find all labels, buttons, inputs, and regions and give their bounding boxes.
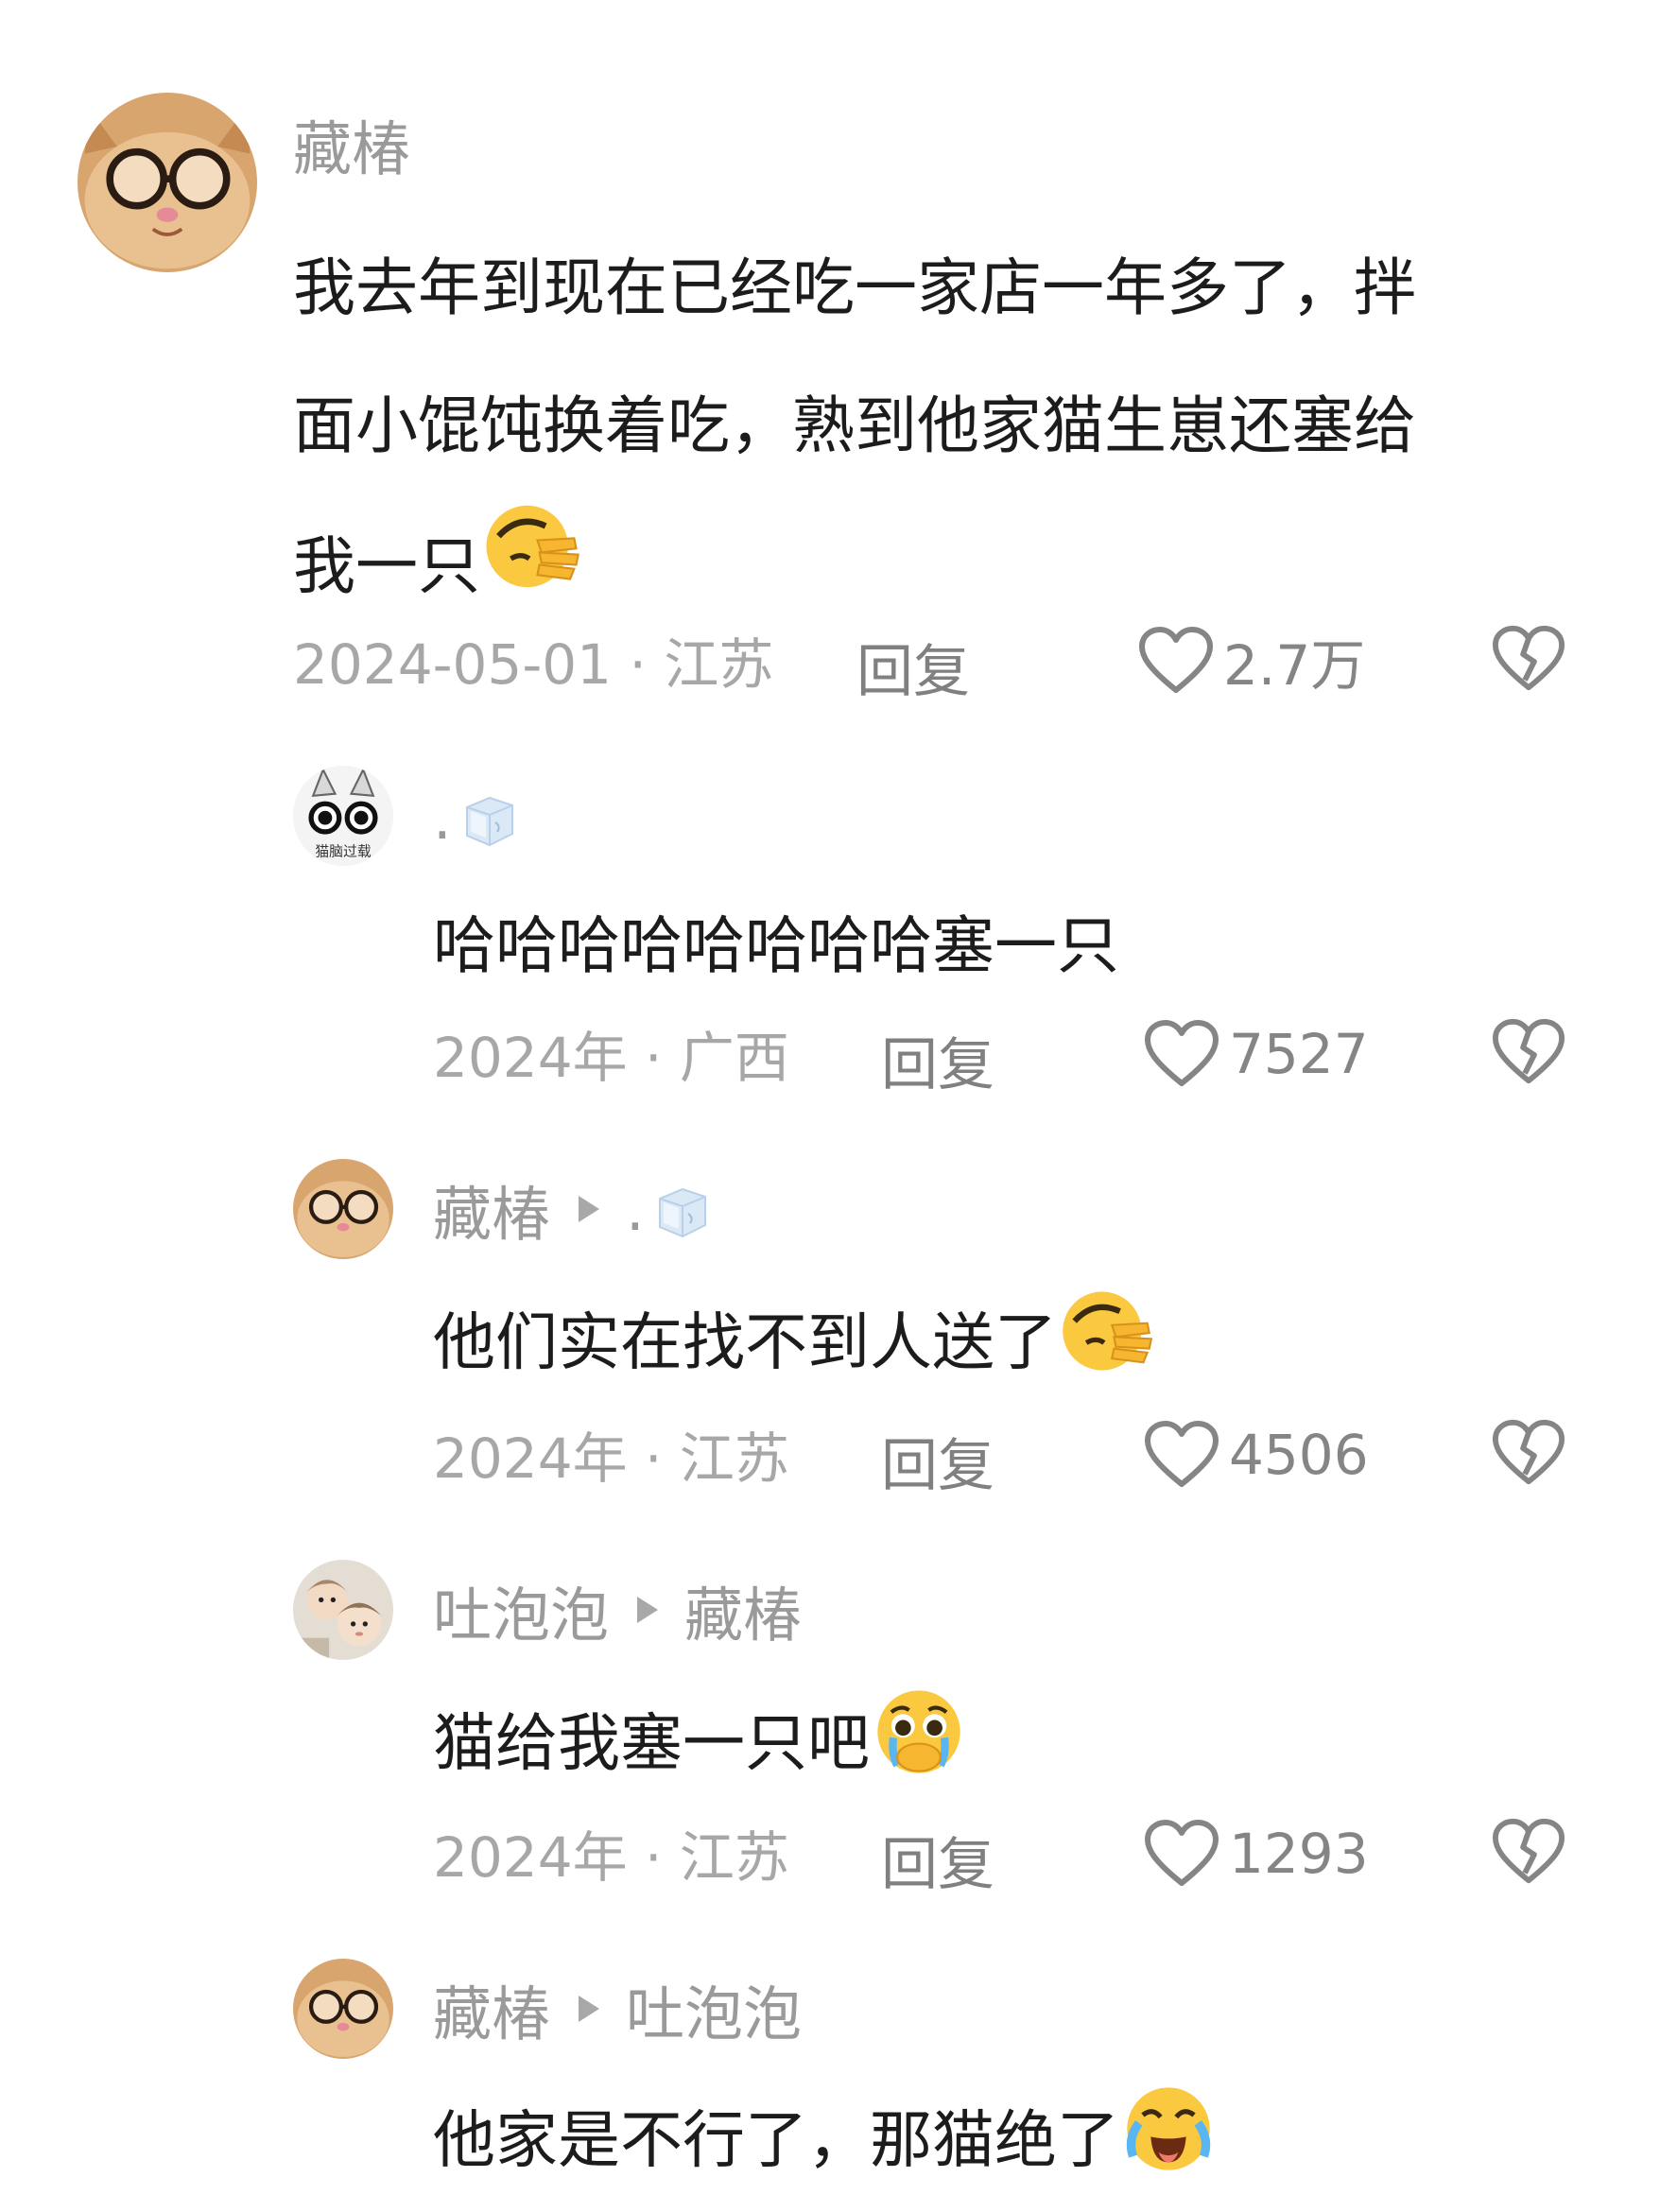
reply-button[interactable]: 回复 (881, 1019, 994, 1101)
comment-author[interactable]: 藏椿 (293, 106, 410, 183)
ice-cube-icon (650, 1182, 713, 1244)
like-count: 7527 (1229, 1022, 1369, 1086)
reply-button[interactable]: 回复 (881, 1819, 994, 1901)
broken-heart-icon (1492, 1018, 1565, 1084)
cat-glasses-avatar-image (293, 1159, 393, 1259)
comment-meta: 2024-05-01 · 江苏 (293, 624, 773, 697)
heart-icon (1139, 627, 1213, 693)
heart-icon (1145, 1820, 1219, 1886)
date-location: 2024-05-01 · 江苏 (293, 632, 774, 697)
date-location: 2024年 · 广西 (433, 1026, 789, 1090)
avatar[interactable] (293, 1159, 393, 1259)
reply-button[interactable]: 回复 (881, 1420, 994, 1502)
reply-arrow-icon (579, 1996, 600, 2022)
ice-cube-icon (458, 790, 520, 853)
avatar[interactable] (293, 1959, 393, 2059)
date-location: 2024年 · 江苏 (433, 1426, 789, 1491)
heart-icon (1145, 1020, 1219, 1086)
broken-heart-icon (1492, 625, 1565, 691)
author-name[interactable]: 藏椿 (433, 1966, 550, 2051)
comment-text: 他家是不行了，那猫绝了 (433, 2080, 1218, 2209)
comment-meta: 2024年 · 江苏 (433, 1418, 789, 1491)
reply-arrow-icon (637, 1597, 659, 1623)
dislike-button[interactable] (1492, 1017, 1565, 1087)
dislike-button[interactable] (1492, 1817, 1565, 1887)
like-button[interactable]: 4506 (1144, 1414, 1369, 1495)
comment-line: 面小馄饨换着吃，熟到他家猫生崽还塞给 (293, 389, 1416, 462)
comment-item: 藏椿 我去年到现在已经吃一家店一年多了，拌 面小馄饨换着吃，熟到他家猫生崽还塞给… (0, 0, 1660, 718)
crying-laughing-emoji-icon (1119, 2080, 1218, 2209)
reply-item: 吐泡泡 藏椿 猫给我塞一只吧 2024年 · 江苏 回复 1293 (0, 1541, 1660, 1938)
like-button[interactable]: 7527 (1144, 1013, 1369, 1095)
like-button[interactable]: 2.7万 (1138, 620, 1365, 701)
avatar[interactable]: 猫脑过载 (293, 766, 393, 866)
reply-button[interactable]: 回复 (856, 626, 970, 708)
reply-item: 藏椿 吐泡泡 他家是不行了，那猫绝了 (0, 1938, 1660, 2212)
author-name[interactable]: 吐泡泡 (433, 1567, 609, 1652)
comment-meta: 2024年 · 江苏 (433, 1817, 789, 1890)
like-count: 1293 (1229, 1822, 1369, 1886)
comment-line: 猫给我塞一只吧 (433, 1683, 968, 1812)
facepalm-emoji-icon (1057, 1282, 1155, 1411)
like-count: 4506 (1229, 1423, 1369, 1487)
comment-text: 哈哈哈哈哈哈哈哈塞一只 (433, 896, 1119, 996)
broken-heart-icon (1492, 1818, 1565, 1884)
comment-author[interactable]: 藏椿 . (433, 1166, 713, 1252)
comment-line: 他家是不行了，那猫绝了 (433, 2080, 1218, 2209)
broken-heart-icon (1492, 1419, 1565, 1485)
heart-icon (1145, 1421, 1219, 1487)
dislike-button[interactable] (1492, 624, 1565, 694)
cat-glasses-avatar-image (78, 93, 257, 272)
comment-author[interactable]: . (433, 775, 520, 860)
reply-item: 藏椿 . 他们实在找不到人送了 2024年 · 江苏 回复 4506 (0, 1134, 1660, 1541)
author-name[interactable]: . (433, 784, 520, 853)
dislike-button[interactable] (1492, 1418, 1565, 1488)
author-name[interactable]: 藏椿 (293, 101, 410, 186)
like-button[interactable]: 1293 (1144, 1813, 1369, 1894)
comment-line: 我去年到现在已经吃一家店一年多了，拌 (293, 251, 1416, 324)
avatar[interactable] (293, 1560, 393, 1660)
comment-text: 猫给我塞一只吧 (433, 1683, 968, 1812)
comment-author[interactable]: 吐泡泡 藏椿 (433, 1567, 802, 1652)
comment-text: 我去年到现在已经吃一家店一年多了，拌 面小馄饨换着吃，熟到他家猫生崽还塞给 我一… (293, 219, 1416, 646)
comment-line: 他们实在找不到人送了 (433, 1282, 1155, 1411)
reply-to-name[interactable]: 吐泡泡 (626, 1966, 802, 2051)
reply-to-name[interactable]: 藏椿 (684, 1567, 802, 1652)
comment-line: 哈哈哈哈哈哈哈哈塞一只 (433, 909, 1119, 982)
cat-sticker-avatar-image: 猫脑过载 (293, 766, 393, 866)
cat-glasses-avatar-image (293, 1959, 393, 2059)
avatar[interactable] (78, 93, 257, 272)
like-count: 2.7万 (1223, 633, 1366, 698)
comment-text: 他们实在找不到人送了 (433, 1282, 1155, 1411)
reply-arrow-icon (579, 1196, 600, 1222)
babies-avatar-image (293, 1560, 393, 1660)
comment-author[interactable]: 藏椿 吐泡泡 (433, 1966, 802, 2051)
comment-meta: 2024年 · 广西 (433, 1017, 789, 1090)
date-location: 2024年 · 江苏 (433, 1825, 789, 1890)
author-name[interactable]: 藏椿 (433, 1166, 550, 1252)
avatar-sticker-text: 猫脑过载 (315, 843, 371, 859)
reply-item: 猫脑过载 . 哈哈哈哈哈哈哈哈塞一只 2024年 · 广西 回复 7527 (0, 718, 1660, 1134)
crying-pleading-emoji-icon (870, 1683, 968, 1812)
reply-to-name[interactable]: . (626, 1175, 713, 1244)
